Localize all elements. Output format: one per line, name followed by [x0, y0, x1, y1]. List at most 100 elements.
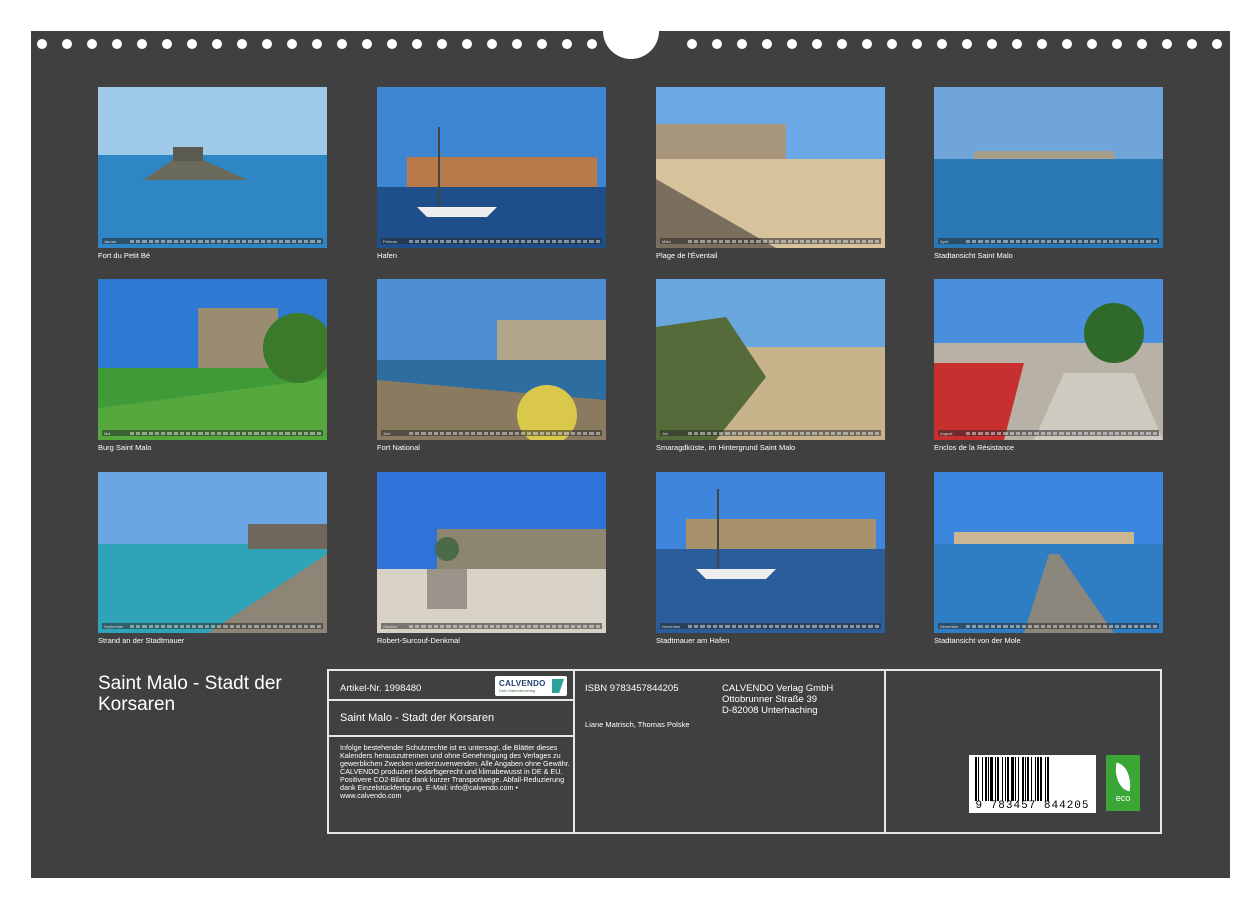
binding-hole: [737, 39, 747, 49]
month-thumbnail: November Stadtmauer am Hafen: [656, 472, 885, 645]
month-photo: August: [934, 279, 1163, 440]
month-date-strip: Juni: [381, 430, 602, 436]
month-name: Februar: [383, 238, 398, 244]
month-photo: Januar: [98, 87, 327, 248]
binding-hole: [1087, 39, 1097, 49]
month-name: Oktober: [383, 623, 398, 629]
article-number: Artikel-Nr. 1998480: [340, 683, 422, 694]
month-photo: Mai: [98, 279, 327, 440]
binding-hole: [112, 39, 122, 49]
month-date-strip: Juli: [660, 430, 881, 436]
binding-hole: [812, 39, 822, 49]
binding-hole: [937, 39, 947, 49]
month-name: März: [662, 238, 671, 244]
binding-hole: [912, 39, 922, 49]
binding-hole: [1037, 39, 1047, 49]
month-name: April: [940, 238, 949, 244]
binding-hole: [362, 39, 372, 49]
month-caption: Stadtansicht Saint Malo: [934, 251, 1013, 260]
binding-hole: [187, 39, 197, 49]
eco-label: eco: [1115, 792, 1131, 803]
barcode-number: 9 783457 844205: [975, 800, 1090, 812]
binding-hole: [1187, 39, 1197, 49]
publisher-line-1: CALVENDO Verlag GmbH: [722, 683, 834, 694]
eco-badge: eco: [1106, 755, 1140, 811]
calvendo-logo: CALVENDO Dein Kalenderverlag: [495, 676, 567, 696]
month-thumbnail: Mai Burg Saint Malo: [98, 279, 327, 452]
binding-hole: [587, 39, 597, 49]
publisher-line-3: D-82008 Unterhaching: [722, 705, 818, 716]
month-date-strip: September: [102, 623, 323, 629]
month-photo: Februar: [377, 87, 606, 248]
binding-hole: [87, 39, 97, 49]
binding-hole: [337, 39, 347, 49]
binding-hole: [537, 39, 547, 49]
month-photo: September: [98, 472, 327, 633]
binding-hole: [237, 39, 247, 49]
month-thumbnail: Januar Fort du Petit Bé: [98, 87, 327, 260]
month-caption: Strand an der Stadtmauer: [98, 636, 185, 645]
binding-hole: [787, 39, 797, 49]
month-caption: Plage de l'Éventail: [656, 251, 718, 260]
binding-hole: [562, 39, 572, 49]
binding-hole: [1012, 39, 1022, 49]
binding-hole: [137, 39, 147, 49]
month-date-strip: Februar: [381, 238, 602, 244]
month-name: August: [940, 430, 953, 436]
binding-hole: [762, 39, 772, 49]
binding-hole: [212, 39, 222, 49]
month-caption: Smaragdküste, im Hintergrund Saint Malo: [656, 443, 796, 452]
month-caption: Robert-Surcouf-Denkmal: [377, 636, 460, 645]
month-caption: Stadtmauer am Hafen: [656, 636, 730, 645]
binding-hole: [987, 39, 997, 49]
month-date-strip: August: [938, 430, 1159, 436]
binding-hole: [862, 39, 872, 49]
binding-hole: [712, 39, 722, 49]
month-name: Mai: [104, 430, 111, 436]
month-date-strip: März: [660, 238, 881, 244]
month-photo: Juli: [656, 279, 885, 440]
binding-hole: [1062, 39, 1072, 49]
binding-hole: [1112, 39, 1122, 49]
month-thumbnail: Juni Fort National: [377, 279, 606, 452]
info-panel: Artikel-Nr. 1998480 CALVENDO Dein Kalend…: [327, 669, 1162, 834]
month-caption: Enclos de la Résistance: [934, 443, 1015, 452]
binding-hole: [1137, 39, 1147, 49]
calendar-title: Saint Malo - Stadt der Korsaren: [98, 673, 282, 715]
product-title: Saint Malo - Stadt der Korsaren: [340, 712, 495, 724]
month-photo: März: [656, 87, 885, 248]
month-photo: April: [934, 87, 1163, 248]
month-thumbnail: August Enclos de la Résistance: [934, 279, 1163, 452]
binding-hole: [487, 39, 497, 49]
month-date-strip: November: [660, 623, 881, 629]
month-caption: Stadtansicht von der Mole: [934, 636, 1021, 645]
binding-hole: [887, 39, 897, 49]
binding-hole: [262, 39, 272, 49]
binding-hole: [312, 39, 322, 49]
month-name: Januar: [104, 238, 117, 244]
binding-hole: [462, 39, 472, 49]
month-photo: Dezember: [934, 472, 1163, 633]
binding-hole: [62, 39, 72, 49]
binding-hole: [37, 39, 47, 49]
isbn: ISBN 9783457844205: [585, 683, 679, 694]
month-name: Juni: [383, 430, 391, 436]
month-name: November: [662, 623, 681, 629]
month-date-strip: Dezember: [938, 623, 1159, 629]
month-photo: November: [656, 472, 885, 633]
binding-hole: [1162, 39, 1172, 49]
month-caption: Fort du Petit Bé: [98, 251, 151, 260]
month-thumbnail: Juli Smaragdküste, im Hintergrund Saint M…: [656, 279, 885, 452]
month-thumbnail: Februar Hafen: [377, 87, 606, 260]
legal-notice: Infolge bestehender Schutzrechte ist es …: [340, 743, 570, 800]
month-date-strip: Oktober: [381, 623, 602, 629]
month-name: Juli: [662, 430, 669, 436]
month-date-strip: Mai: [102, 430, 323, 436]
month-thumbnail: September Strand an der Stadtmauer: [98, 472, 327, 645]
month-photo: Oktober: [377, 472, 606, 633]
month-name: September: [104, 623, 124, 629]
binding-hole: [962, 39, 972, 49]
month-date-strip: Januar: [102, 238, 323, 244]
month-date-strip: April: [938, 238, 1159, 244]
binding-hole: [512, 39, 522, 49]
